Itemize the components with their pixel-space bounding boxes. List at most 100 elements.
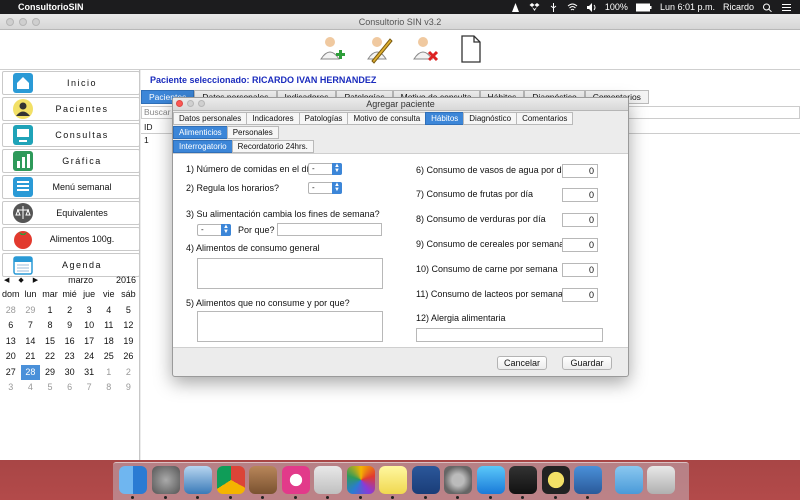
sidebar-item-consultas[interactable]: Consultas	[2, 123, 140, 147]
dropbox-icon[interactable]	[529, 2, 540, 12]
terminal-icon[interactable]	[509, 466, 537, 494]
wifi-icon[interactable]	[567, 3, 578, 12]
next-month-arrow-icon[interactable]: ▶	[33, 276, 38, 284]
calendar-day[interactable]: 22	[40, 349, 60, 365]
photos-icon[interactable]	[346, 466, 375, 494]
calendar-day[interactable]: 10	[79, 318, 99, 334]
calendar-day[interactable]: 25	[99, 349, 119, 365]
calendar-day[interactable]: 1	[40, 303, 60, 319]
calendar-day[interactable]: 24	[79, 349, 99, 365]
dialog-tab-diagnóstico[interactable]: Diagnóstico	[463, 112, 518, 125]
downloads-folder-icon[interactable]	[614, 466, 643, 494]
calendar-day[interactable]: 6	[60, 380, 80, 396]
add-user-icon[interactable]	[317, 32, 347, 66]
calendar-day[interactable]: 7	[79, 380, 99, 396]
word-icon[interactable]	[411, 466, 440, 494]
consultorio-sin-icon[interactable]	[541, 466, 570, 494]
cancel-button[interactable]: Cancelar	[497, 356, 547, 370]
calendar-day[interactable]: 5	[40, 380, 60, 396]
sidebar-item-equivalentes[interactable]: Equivalentes	[2, 201, 140, 225]
dialog-subtab-alimenticios[interactable]: Alimenticios	[173, 126, 228, 139]
dialog-subtab-personales[interactable]: Personales	[226, 126, 279, 139]
dialog-subsubtab-interrogatorio[interactable]: Interrogatorio	[173, 140, 233, 153]
calendar-day[interactable]: 16	[60, 334, 80, 350]
calendar-day[interactable]: 18	[99, 334, 119, 350]
q4-general-foods-textarea[interactable]	[197, 258, 383, 289]
calendar-day[interactable]: 13	[1, 334, 21, 350]
prev-month-arrow-icon[interactable]: ◀	[4, 276, 9, 284]
sidebar-item-menu-semanal[interactable]: Menú semanal	[2, 175, 140, 199]
calendar-day[interactable]: 3	[79, 303, 99, 319]
app-menu[interactable]: ConsultorioSIN	[18, 2, 84, 12]
calendar-day[interactable]: 2	[60, 303, 80, 319]
calendar-day[interactable]: 15	[40, 334, 60, 350]
consumption-input[interactable]: 0	[562, 164, 598, 178]
calendar-day[interactable]: 29	[40, 365, 60, 381]
calendar-day[interactable]: 21	[21, 349, 41, 365]
dialog-tab-indicadores[interactable]: Indicadores	[246, 112, 300, 125]
notifications-icon[interactable]	[781, 3, 792, 12]
calendar-day[interactable]: 26	[119, 349, 139, 365]
consumption-input[interactable]: 0	[562, 188, 598, 202]
q1-meals-select[interactable]: - ▲ ▼	[308, 163, 342, 175]
close-window-button[interactable]	[6, 18, 14, 26]
dialog-zoom-button[interactable]	[198, 100, 205, 107]
dialog-subsubtab-recordatorio-24hrs-[interactable]: Recordatorio 24hrs.	[231, 140, 314, 153]
calendar-day[interactable]: 11	[99, 318, 119, 334]
q3-why-input[interactable]	[277, 223, 382, 236]
app-store-icon[interactable]	[476, 466, 505, 494]
calendar-day[interactable]: 12	[119, 318, 139, 334]
system-preferences-icon[interactable]	[444, 466, 472, 494]
consumption-input[interactable]: 0	[562, 213, 598, 227]
battery-icon[interactable]	[635, 3, 652, 12]
calendar-day[interactable]: 20	[1, 349, 21, 365]
calendar-day[interactable]: 9	[60, 318, 80, 334]
dialog-tab-datos-personales[interactable]: Datos personales	[173, 112, 248, 125]
preview-icon[interactable]	[184, 466, 212, 494]
calendar-day[interactable]: 30	[60, 365, 80, 381]
calendar-day[interactable]: 6	[1, 318, 21, 334]
search-icon[interactable]	[762, 3, 773, 12]
calendar-day[interactable]: 8	[99, 380, 119, 396]
minimize-window-button[interactable]	[19, 18, 27, 26]
sidebar-item-grafica[interactable]: Gráfica	[2, 149, 140, 173]
delete-user-icon[interactable]	[410, 32, 440, 66]
dialog-tab-hábitos[interactable]: Hábitos	[425, 112, 465, 125]
dialog-tab-motivo-de-consulta[interactable]: Motivo de consulta	[347, 112, 427, 125]
calendar-day[interactable]: 4	[99, 303, 119, 319]
calendar-day[interactable]: 14	[21, 334, 41, 350]
consumption-input[interactable]: 0	[562, 288, 598, 302]
calendar-day[interactable]: 19	[119, 334, 139, 350]
notes-book-icon[interactable]	[249, 466, 277, 494]
dialog-tab-patologías[interactable]: Patologías	[298, 112, 349, 125]
chrome-icon[interactable]	[216, 466, 245, 494]
sidebar-item-inicio[interactable]: Inicio	[2, 71, 140, 95]
consumption-input[interactable]: 0	[562, 238, 598, 252]
usb-icon[interactable]	[548, 2, 559, 12]
calendar-day[interactable]: 29	[21, 303, 41, 319]
q12-allergy-input[interactable]	[416, 328, 603, 342]
new-document-icon[interactable]	[455, 32, 485, 66]
dialog-minimize-button[interactable]	[187, 100, 194, 107]
calendar-day[interactable]: 5	[119, 303, 139, 319]
calendar-day[interactable]: 2	[119, 365, 139, 381]
consumption-input[interactable]: 0	[562, 263, 598, 277]
table-row[interactable]: 1	[141, 135, 149, 148]
calendar-day[interactable]: 3	[1, 380, 21, 396]
stickies-icon[interactable]	[379, 466, 407, 494]
calendar-day[interactable]: 28	[1, 303, 21, 319]
itunes-icon[interactable]	[281, 466, 310, 494]
trash-icon[interactable]	[647, 466, 675, 494]
volume-icon[interactable]	[586, 2, 597, 12]
sidebar-item-pacientes[interactable]: Pacientes	[2, 97, 140, 121]
today-diamond-icon[interactable]: ◆	[18, 276, 23, 284]
clock[interactable]: Lun 6:01 p.m.	[660, 2, 715, 12]
calendar-day[interactable]: 23	[60, 349, 80, 365]
xcode-icon[interactable]	[574, 466, 602, 494]
calendar-day[interactable]: 27	[1, 365, 21, 381]
edit-user-icon[interactable]	[364, 32, 394, 66]
dialog-close-button[interactable]	[176, 100, 183, 107]
sidebar-item-alimentos[interactable]: Alimentos 100g.	[2, 227, 140, 251]
calendar-day[interactable]: 1	[99, 365, 119, 381]
calendar-day[interactable]: 8	[40, 318, 60, 334]
